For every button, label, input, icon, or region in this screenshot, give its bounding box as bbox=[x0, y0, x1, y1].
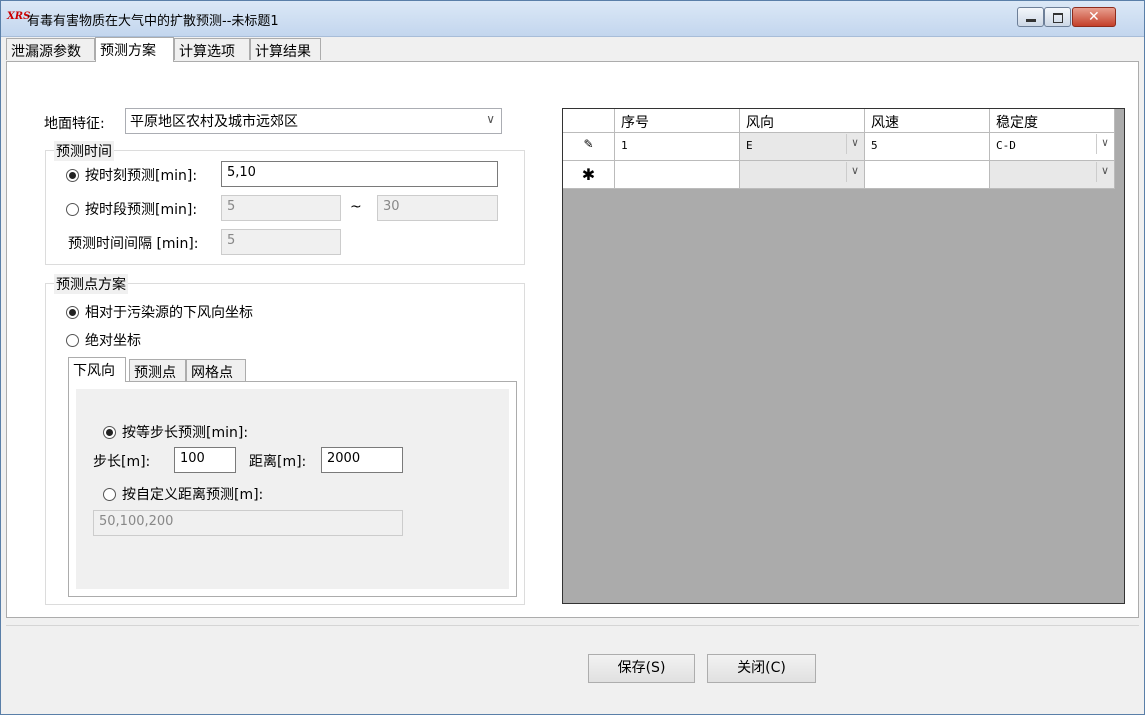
radio-unchecked-icon bbox=[66, 333, 79, 347]
footer-divider bbox=[6, 625, 1139, 626]
chevron-down-icon: ∨ bbox=[846, 162, 863, 182]
radio-unchecked-icon bbox=[103, 487, 116, 501]
radio-checked-icon bbox=[103, 425, 116, 439]
maximize-button[interactable] bbox=[1044, 7, 1071, 27]
chevron-down-icon: ∨ bbox=[1096, 162, 1113, 182]
by-moment-input[interactable]: 5,10 bbox=[221, 161, 498, 187]
chevron-down-icon: ∨ bbox=[1096, 134, 1113, 154]
tab-calc-options[interactable]: 计算选项 bbox=[174, 38, 250, 60]
period-separator: ~ bbox=[350, 199, 362, 215]
chevron-down-icon: ∨ bbox=[486, 112, 495, 126]
cell-stability-select[interactable]: C-D ∨ bbox=[990, 133, 1115, 161]
new-row-icon[interactable]: ✱ bbox=[563, 161, 615, 189]
col-header-stability[interactable]: 稳定度 bbox=[990, 109, 1115, 133]
col-header-seq[interactable]: 序号 bbox=[615, 109, 740, 133]
cell-speed[interactable]: 5 bbox=[865, 133, 990, 161]
new-cell-speed[interactable] bbox=[865, 161, 990, 189]
radio-unchecked-icon bbox=[66, 202, 79, 216]
new-cell-direction-select[interactable]: ∨ bbox=[740, 161, 865, 189]
step-label: 步长[m]: bbox=[93, 454, 151, 470]
point-group: 预测点方案 相对于污染源的下风向坐标 绝对坐标 下风向 预测点 网格点 按等步长… bbox=[45, 274, 525, 605]
col-header-direction[interactable]: 风向 bbox=[740, 109, 865, 133]
time-group: 预测时间 按时刻预测[min]: 5,10 按时段预测[min]: 5 ~ 30… bbox=[45, 141, 525, 265]
cell-direction-select[interactable]: E ∨ bbox=[740, 133, 865, 161]
cell-stability-value: C-D bbox=[996, 139, 1016, 152]
minimize-icon bbox=[1026, 19, 1036, 22]
downwind-panel: 按等步长预测[min]: 步长[m]: 100 距离[m]: 2000 按自定义… bbox=[68, 381, 517, 597]
close-button[interactable]: 关闭(C) bbox=[707, 654, 816, 683]
by-moment-radio[interactable]: 按时刻预测[min]: bbox=[66, 165, 197, 185]
save-button[interactable]: 保存(S) bbox=[588, 654, 695, 683]
custom-distance-label: 按自定义距离预测[m]: bbox=[122, 487, 264, 503]
tab-forecast-plan[interactable]: 预测方案 bbox=[95, 37, 174, 62]
tab-leak-source[interactable]: 泄漏源参数 bbox=[6, 38, 95, 60]
relative-coord-label: 相对于污染源的下风向坐标 bbox=[85, 305, 253, 321]
radio-checked-icon bbox=[66, 168, 79, 182]
subtab-forecast-points[interactable]: 预测点 bbox=[129, 359, 186, 381]
absolute-coord-radio[interactable]: 绝对坐标 bbox=[66, 330, 141, 350]
new-cell-stability-select[interactable]: ∨ bbox=[990, 161, 1115, 189]
subtab-downwind[interactable]: 下风向 bbox=[68, 357, 126, 382]
custom-distance-radio[interactable]: 按自定义距离预测[m]: bbox=[103, 484, 263, 504]
chevron-down-icon: ∨ bbox=[846, 134, 863, 154]
title-bar[interactable]: XRS 有毒有害物质在大气中的扩散预测--未标题1 ✕ bbox=[1, 1, 1144, 37]
period-to-input[interactable]: 30 bbox=[377, 195, 498, 221]
absolute-coord-label: 绝对坐标 bbox=[85, 333, 141, 349]
time-group-title: 预测时间 bbox=[54, 141, 114, 161]
cell-direction-value: E bbox=[746, 139, 753, 152]
by-period-label: 按时段预测[min]: bbox=[85, 202, 198, 218]
col-header-speed[interactable]: 风速 bbox=[865, 109, 990, 133]
edit-row-icon[interactable]: ✎ bbox=[563, 133, 615, 161]
subtab-grid-points[interactable]: 网格点 bbox=[186, 359, 246, 381]
main-window: XRS 有毒有害物质在大气中的扩散预测--未标题1 ✕ 泄漏源参数 预测方案 计… bbox=[0, 0, 1145, 715]
distance-label: 距离[m]: bbox=[249, 454, 307, 470]
new-cell-seq[interactable] bbox=[615, 161, 740, 189]
ground-select[interactable]: 平原地区农村及城市远郊区 ∨ bbox=[125, 108, 502, 134]
minimize-button[interactable] bbox=[1017, 7, 1044, 27]
relative-coord-radio[interactable]: 相对于污染源的下风向坐标 bbox=[66, 302, 253, 322]
radio-checked-icon bbox=[66, 305, 79, 319]
interval-input[interactable]: 5 bbox=[221, 229, 341, 255]
by-period-radio[interactable]: 按时段预测[min]: bbox=[66, 199, 197, 219]
maximize-icon bbox=[1053, 13, 1063, 23]
cell-seq[interactable]: 1 bbox=[615, 133, 740, 161]
distance-input[interactable]: 2000 bbox=[321, 447, 403, 473]
point-group-title: 预测点方案 bbox=[54, 274, 128, 294]
tab-calc-results[interactable]: 计算结果 bbox=[250, 38, 321, 60]
wind-data-grid: 序号 风向 风速 稳定度 ✎ 1 E ∨ 5 C-D ∨ ✱ ∨ ∨ bbox=[562, 108, 1125, 604]
grid-corner bbox=[563, 109, 615, 133]
custom-distance-input[interactable]: 50,100,200 bbox=[93, 510, 403, 536]
ground-label: 地面特征: bbox=[44, 116, 105, 132]
step-input[interactable]: 100 bbox=[174, 447, 236, 473]
period-from-input[interactable]: 5 bbox=[221, 195, 341, 221]
downwind-panel-inner: 按等步长预测[min]: 步长[m]: 100 距离[m]: 2000 按自定义… bbox=[76, 389, 509, 589]
close-window-button[interactable]: ✕ bbox=[1072, 7, 1116, 27]
equal-step-radio[interactable]: 按等步长预测[min]: bbox=[103, 422, 248, 442]
window-title: 有毒有害物质在大气中的扩散预测--未标题1 bbox=[27, 14, 279, 29]
equal-step-label: 按等步长预测[min]: bbox=[122, 425, 249, 441]
by-moment-label: 按时刻预测[min]: bbox=[85, 168, 198, 184]
interval-label: 预测时间间隔 [min]: bbox=[68, 236, 199, 252]
close-icon: ✕ bbox=[1088, 9, 1100, 25]
ground-value: 平原地区农村及城市远郊区 bbox=[130, 114, 298, 130]
